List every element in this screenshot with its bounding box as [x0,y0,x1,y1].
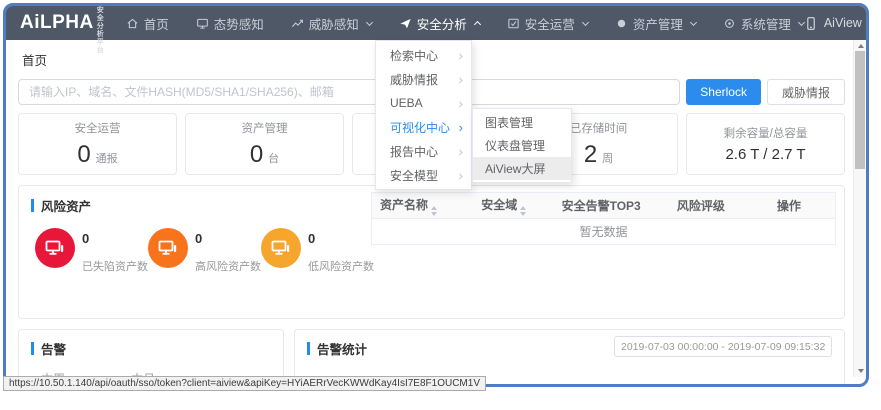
submenu-arrow-icon: › [459,169,463,182]
scrollbar-thumb[interactable] [855,51,865,169]
threat-intel-button[interactable]: 威胁情报 [767,79,845,105]
menu-item-threat-intel[interactable]: 威胁情报› [376,67,471,91]
gear-icon [723,17,736,30]
nav-home[interactable]: 首页 [126,14,169,33]
sort-icon[interactable] [520,206,526,216]
table-header-row: 资产名称 安全域 安全告警TOP3 风险评级 操作 [372,193,836,219]
risk-count: 0 [308,231,374,246]
scroll-up-arrow[interactable] [854,41,867,51]
nav-security-operations[interactable]: 安全运营 [507,14,588,33]
high-risk-assets-badge [148,228,188,268]
asset-table: 资产名称 安全域 安全告警TOP3 风险评级 操作 暂无数据 [371,192,836,245]
menu-item-ueba[interactable]: UEBA› [376,91,471,115]
submenu-arrow-icon: › [459,121,463,134]
col-asset-name[interactable]: 资产名称 [372,193,465,219]
app-window: AiLPHA 智能安全 分析平台 首页 态势感知 威胁感知 [0,0,881,410]
stat-card-capacity: 剩余容量/总容量 2.6 T / 2.7 T [686,113,845,175]
risk-item-compromised: 0 已失陷资产数 [35,228,148,274]
phone-icon [804,16,818,31]
submenu-arrow-icon: › [459,145,463,158]
operations-icon [507,17,520,30]
top-navbar: AiLPHA 智能安全 分析平台 首页 态势感知 威胁感知 [6,6,866,40]
risk-item-high: 0 高风险资产数 [148,228,261,274]
submenu-item-dashboard-management[interactable]: 仪表盘管理 [473,134,571,157]
menu-item-security-model[interactable]: 安全模型› [376,163,471,187]
empty-placeholder: 暂无数据 [372,219,836,245]
risk-assets-title: 风险资产 [31,196,91,215]
stat-value: 0 [250,141,263,169]
chevron-down-icon [690,18,697,25]
status-bar-url: https://10.50.1.140/api/oauth/sso/token?… [3,376,486,391]
search-input[interactable] [18,79,680,105]
sort-icon[interactable] [431,206,437,216]
menu-item-search-center[interactable]: 检索中心› [376,43,471,67]
table-empty-row: 暂无数据 [372,219,836,245]
low-risk-assets-badge [261,228,301,268]
col-alert-top3: 安全告警TOP3 [543,193,659,219]
date-range-picker[interactable]: 2019-07-03 00:00:00 - 2019-07-09 09:15:3… [614,336,832,357]
risk-label: 高风险资产数 [195,258,261,274]
asset-icon [615,17,628,30]
scroll-down-arrow[interactable] [854,366,867,376]
monitor-icon [44,237,66,259]
monitor-icon [196,17,209,30]
menu-item-report-center[interactable]: 报告中心› [376,139,471,163]
analysis-icon [399,17,412,30]
stat-value: 0 [77,141,90,169]
brand-name: AiLPHA [20,12,94,34]
risk-assets-panel: 风险资产 0 已失陷资产数 [18,185,845,319]
trend-chart-icon [291,17,304,30]
title-accent-bar [307,342,310,355]
nav-system-management[interactable]: 系统管理 [723,14,804,33]
chevron-up-icon [474,20,481,27]
sherlock-button[interactable]: Sherlock [686,79,761,105]
chevron-down-icon [366,18,373,25]
stat-card-asset-management: 资产管理 0台 [185,113,344,175]
compromised-assets-badge [35,228,75,268]
col-actions: 操作 [743,193,836,219]
risk-count: 0 [195,231,261,246]
stat-value: 2.6 T / 2.7 T [725,146,805,163]
alerts-title: 告警 [31,339,271,358]
submenu-item-aiview-screen[interactable]: AiView大屏 [473,157,571,180]
stat-value: 2 [584,141,597,169]
submenu-item-chart-management[interactable]: 图表管理 [473,111,571,134]
nav-asset-management[interactable]: 资产管理 [615,14,696,33]
risk-items: 0 已失陷资产数 0 高风险资产数 [35,228,365,274]
home-icon [126,17,139,30]
nav-situation-awareness[interactable]: 态势感知 [196,14,264,33]
risk-count: 0 [82,231,148,246]
monitor-icon [157,237,179,259]
title-accent-bar [31,199,34,212]
stat-card-security-operations: 安全运营 0通报 [18,113,177,175]
security-analysis-menu: 检索中心› 威胁情报› UEBA› 可视化中心› 报告中心› 安全模型› [375,40,472,190]
date-range-value: 2019-07-03 00:00:00 - 2019-07-09 09:15:3… [621,341,825,353]
submenu-arrow-icon: › [459,49,463,62]
user-menu-aiview[interactable]: AiView [804,16,869,31]
nav-threat-awareness[interactable]: 威胁感知 [291,14,372,33]
col-risk-rating: 风险评级 [659,193,743,219]
title-accent-bar [31,342,34,355]
risk-label: 低风险资产数 [308,258,374,274]
brand-subtitle: 智能安全 分析平台 [97,3,104,55]
vertical-scrollbar[interactable] [853,40,866,377]
risk-label: 已失陷资产数 [82,258,148,274]
logo: AiLPHA 智能安全 分析平台 [20,3,104,55]
col-security-domain[interactable]: 安全域 [464,193,543,219]
nav-security-analysis[interactable]: 安全分析 [399,14,480,33]
risk-item-low: 0 低风险资产数 [261,228,374,274]
chevron-down-icon [582,18,589,25]
submenu-arrow-icon: › [459,97,463,110]
submenu-arrow-icon: › [459,73,463,86]
menu-item-visualization-center[interactable]: 可视化中心› [376,115,471,139]
monitor-icon [270,237,292,259]
visualization-submenu: 图表管理 仪表盘管理 AiView大屏 [472,108,572,183]
